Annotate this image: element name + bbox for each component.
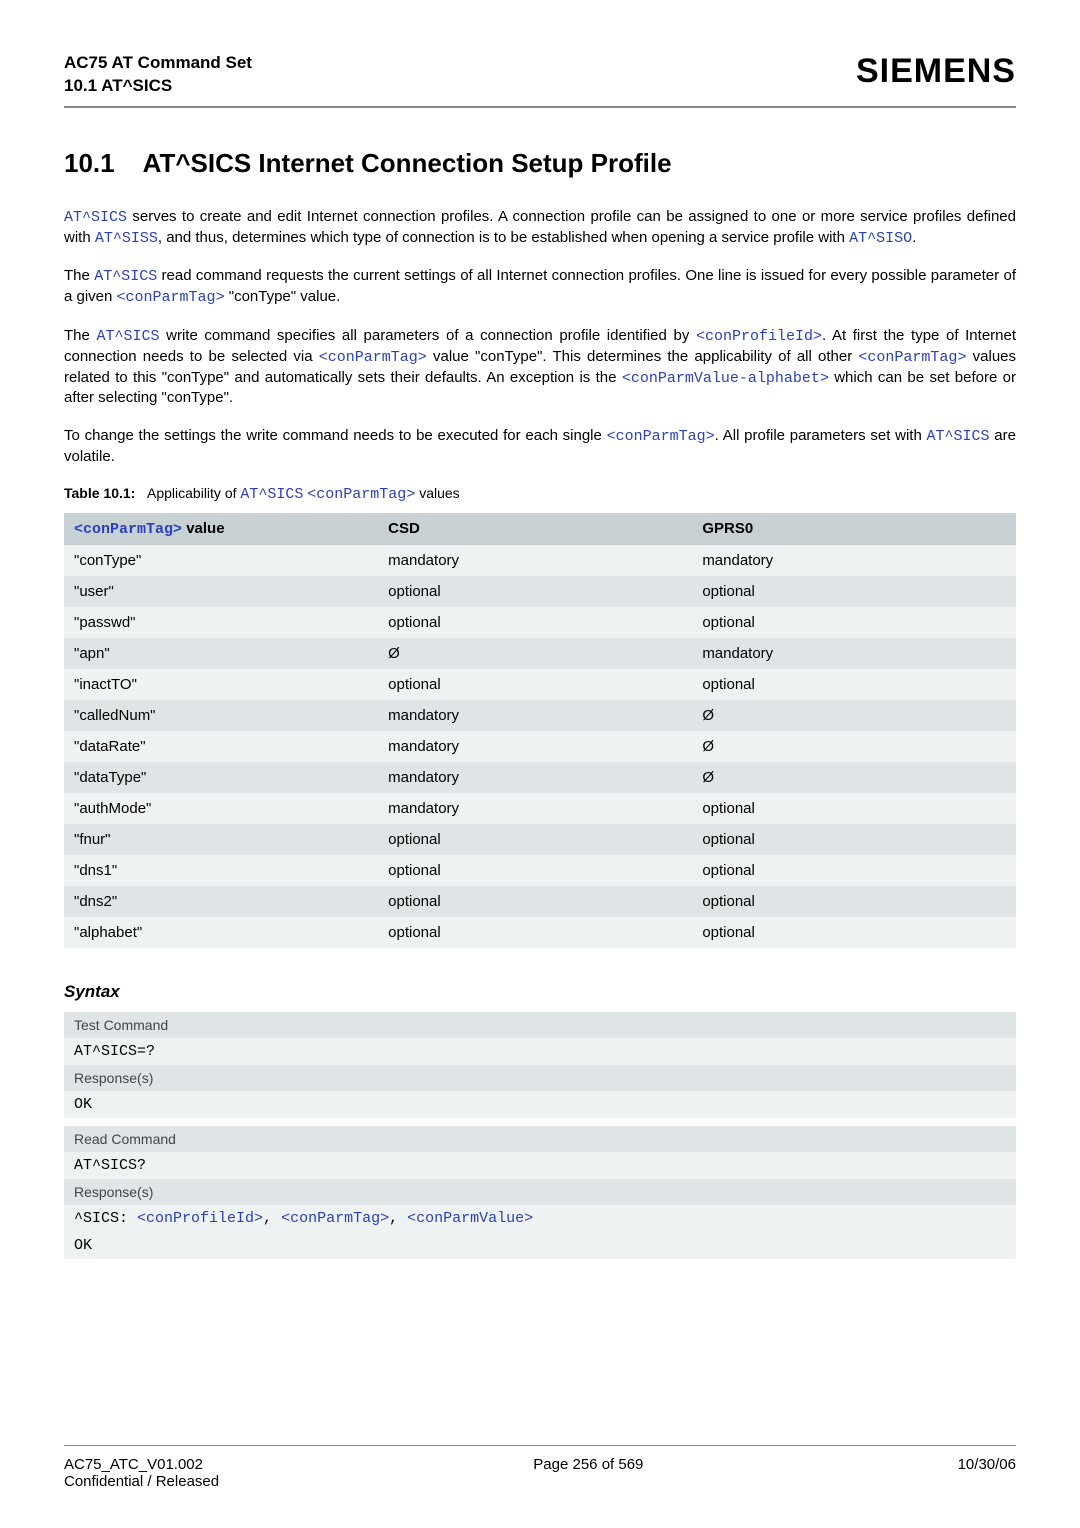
link-atsics[interactable]: AT^SICS bbox=[240, 486, 303, 503]
syntax-heading: Syntax bbox=[64, 982, 1016, 1002]
section-heading: 10.1 AT^SICS Internet Connection Setup Pr… bbox=[64, 148, 1016, 179]
table-row: "alphabet"optionaloptional bbox=[64, 917, 1016, 948]
table-row: "dataType"mandatoryØ bbox=[64, 762, 1016, 793]
table-row: "dataRate"mandatoryØ bbox=[64, 731, 1016, 762]
response-label: Response(s) bbox=[64, 1065, 1016, 1091]
syntax-table: Test Command AT^SICS=? Response(s) OK Re… bbox=[64, 1012, 1016, 1259]
read-command-label: Read Command bbox=[64, 1126, 1016, 1152]
applicability-table: <conParmTag> value CSD GPRS0 "conType"ma… bbox=[64, 513, 1016, 948]
link-atsics[interactable]: AT^SICS bbox=[94, 268, 157, 285]
paragraph-3: The AT^SICS write command specifies all … bbox=[64, 326, 1016, 408]
link-atsics[interactable]: AT^SICS bbox=[64, 209, 127, 226]
col-csd: CSD bbox=[378, 513, 692, 545]
table-row: "dns1"optionaloptional bbox=[64, 855, 1016, 886]
link-atsics[interactable]: AT^SICS bbox=[927, 428, 990, 445]
page-footer: AC75_ATC_V01.002 Confidential / Released… bbox=[64, 1445, 1016, 1490]
link-conparmtag[interactable]: <conParmTag> bbox=[281, 1210, 389, 1227]
test-command-label: Test Command bbox=[64, 1012, 1016, 1038]
brand-logo: SIEMENS bbox=[856, 52, 1016, 91]
link-conparmtag[interactable]: <conParmTag> bbox=[74, 521, 182, 538]
table-row: "calledNum"mandatoryØ bbox=[64, 700, 1016, 731]
page-header: AC75 AT Command Set 10.1 AT^SICS SIEMENS bbox=[64, 52, 1016, 98]
footer-left: AC75_ATC_V01.002 Confidential / Released bbox=[64, 1456, 219, 1490]
table-row: "apn"Ømandatory bbox=[64, 638, 1016, 669]
paragraph-1: AT^SICS serves to create and edit Intern… bbox=[64, 207, 1016, 249]
table-caption-label: Table 10.1: bbox=[64, 485, 135, 501]
test-command: AT^SICS=? bbox=[64, 1038, 1016, 1065]
response-label: Response(s) bbox=[64, 1179, 1016, 1205]
doc-title: AC75 AT Command Set bbox=[64, 52, 252, 75]
table-row: "authMode"mandatoryoptional bbox=[64, 793, 1016, 824]
section-number: 10.1 bbox=[64, 148, 115, 179]
table-row: "fnur"optionaloptional bbox=[64, 824, 1016, 855]
link-conparmtag[interactable]: <conParmTag> bbox=[607, 428, 715, 445]
link-atsiso[interactable]: AT^SISO bbox=[849, 230, 912, 247]
link-conparmtag[interactable]: <conParmTag> bbox=[117, 289, 225, 306]
section-title: AT^SICS Internet Connection Setup Profil… bbox=[143, 148, 672, 178]
table-caption: Table 10.1: Applicability of AT^SICS <co… bbox=[64, 485, 1016, 503]
table-row: "inactTO"optionaloptional bbox=[64, 669, 1016, 700]
response-sics: ^SICS: <conProfileId>, <conParmTag>, <co… bbox=[64, 1205, 1016, 1232]
table-row: "dns2"optionaloptional bbox=[64, 886, 1016, 917]
footer-right: 10/30/06 bbox=[958, 1456, 1016, 1490]
link-conparmvalue[interactable]: <conParmValue> bbox=[407, 1210, 533, 1227]
link-conparmtag[interactable]: <conParmTag> bbox=[307, 486, 415, 503]
paragraph-4: To change the settings the write command… bbox=[64, 426, 1016, 467]
link-atsiss[interactable]: AT^SISS bbox=[95, 230, 158, 247]
link-conprofileid[interactable]: <conProfileId> bbox=[696, 328, 822, 345]
link-conprofileid[interactable]: <conProfileId> bbox=[137, 1210, 263, 1227]
link-conparmtag[interactable]: <conParmTag> bbox=[858, 349, 966, 366]
read-command: AT^SICS? bbox=[64, 1152, 1016, 1179]
paragraph-2: The AT^SICS read command requests the cu… bbox=[64, 266, 1016, 308]
col-gprs0: GPRS0 bbox=[692, 513, 1016, 545]
header-left: AC75 AT Command Set 10.1 AT^SICS bbox=[64, 52, 252, 98]
table-row: "user"optionaloptional bbox=[64, 576, 1016, 607]
doc-subtitle: 10.1 AT^SICS bbox=[64, 75, 252, 98]
footer-center: Page 256 of 569 bbox=[533, 1456, 643, 1490]
response-ok: OK bbox=[64, 1232, 1016, 1259]
link-atsics[interactable]: AT^SICS bbox=[96, 328, 159, 345]
table-row: "passwd"optionaloptional bbox=[64, 607, 1016, 638]
table-header-row: <conParmTag> value CSD GPRS0 bbox=[64, 513, 1016, 545]
table-row: "conType"mandatorymandatory bbox=[64, 545, 1016, 576]
header-rule bbox=[64, 106, 1016, 108]
link-conparmvalue-alphabet[interactable]: <conParmValue-alphabet> bbox=[622, 370, 829, 387]
link-conparmtag[interactable]: <conParmTag> bbox=[319, 349, 427, 366]
response-ok: OK bbox=[64, 1091, 1016, 1118]
